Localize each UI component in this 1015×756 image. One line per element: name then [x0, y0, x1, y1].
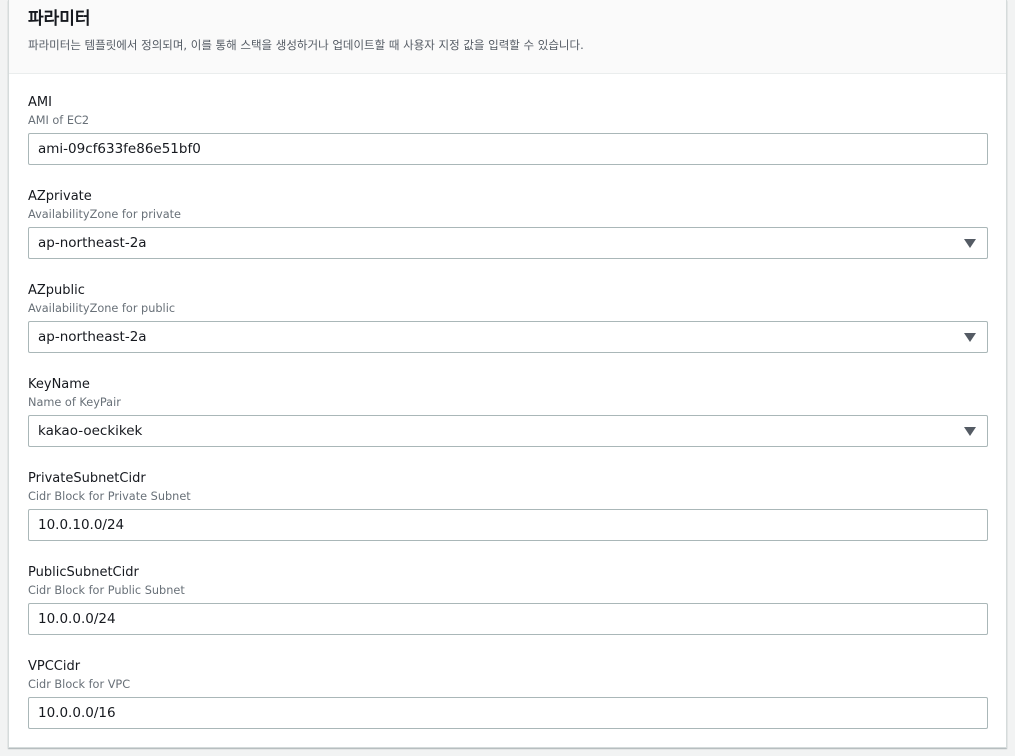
caret-down-icon — [964, 239, 976, 248]
ami-input-value: ami-09cf633fe86e51bf0 — [38, 141, 201, 157]
param-description: Cidr Block for VPC — [28, 678, 131, 691]
vpccidr-input[interactable]: 10.0.0.0/16 — [28, 697, 988, 729]
param-label: PublicSubnetCidr — [28, 565, 139, 580]
caret-down-icon — [964, 427, 976, 436]
param-label: PrivateSubnetCidr — [28, 471, 146, 486]
param-keyname: KeyName Name of KeyPair kakao-oeckikek — [28, 376, 988, 447]
param-label: VPCCidr — [28, 659, 81, 674]
param-description: Cidr Block for Private Subnet — [28, 490, 191, 503]
param-ami: AMI AMI of EC2 ami-09cf633fe86e51bf0 — [28, 94, 988, 165]
caret-down-icon — [964, 333, 976, 342]
param-vpccidr: VPCCidr Cidr Block for VPC 10.0.0.0/16 — [28, 658, 988, 729]
param-description: Name of KeyPair — [28, 396, 121, 409]
param-description: AMI of EC2 — [28, 114, 90, 127]
panel-header: 파라미터 파라미터는 템플릿에서 정의되며, 이를 통해 스택을 생성하거나 업… — [9, 0, 1006, 74]
privatesubnetcidr-input-value: 10.0.10.0/24 — [38, 517, 125, 533]
param-publicsubnetcidr: PublicSubnetCidr Cidr Block for Public S… — [28, 564, 988, 635]
param-privatesubnetcidr: PrivateSubnetCidr Cidr Block for Private… — [28, 470, 988, 541]
keyname-select-value: kakao-oeckikek — [38, 423, 143, 439]
param-label: KeyName — [28, 377, 90, 392]
param-azprivate: AZprivate AvailabilityZone for private a… — [28, 188, 988, 259]
param-label: AMI — [28, 95, 52, 110]
param-description: AvailabilityZone for public — [28, 302, 176, 315]
publicsubnetcidr-input[interactable]: 10.0.0.0/24 — [28, 603, 988, 635]
parameters-panel: 파라미터 파라미터는 템플릿에서 정의되며, 이를 통해 스택을 생성하거나 업… — [8, 0, 1007, 748]
param-description: AvailabilityZone for private — [28, 208, 181, 221]
publicsubnetcidr-input-value: 10.0.0.0/24 — [38, 611, 116, 627]
azpublic-select-value: ap-northeast-2a — [38, 329, 147, 345]
keyname-select[interactable]: kakao-oeckikek — [28, 415, 988, 447]
vpccidr-input-value: 10.0.0.0/16 — [38, 705, 116, 721]
ami-input[interactable]: ami-09cf633fe86e51bf0 — [28, 133, 988, 165]
azprivate-select[interactable]: ap-northeast-2a — [28, 227, 988, 259]
azprivate-select-value: ap-northeast-2a — [38, 235, 147, 251]
param-label: AZprivate — [28, 189, 92, 204]
panel-description: 파라미터는 템플릿에서 정의되며, 이를 통해 스택을 생성하거나 업데이트할 … — [28, 38, 584, 52]
param-description: Cidr Block for Public Subnet — [28, 584, 185, 597]
azpublic-select[interactable]: ap-northeast-2a — [28, 321, 988, 353]
panel-title: 파라미터 — [28, 9, 91, 29]
param-azpublic: AZpublic AvailabilityZone for public ap-… — [28, 282, 988, 353]
param-label: AZpublic — [28, 283, 85, 298]
privatesubnetcidr-input[interactable]: 10.0.10.0/24 — [28, 509, 988, 541]
